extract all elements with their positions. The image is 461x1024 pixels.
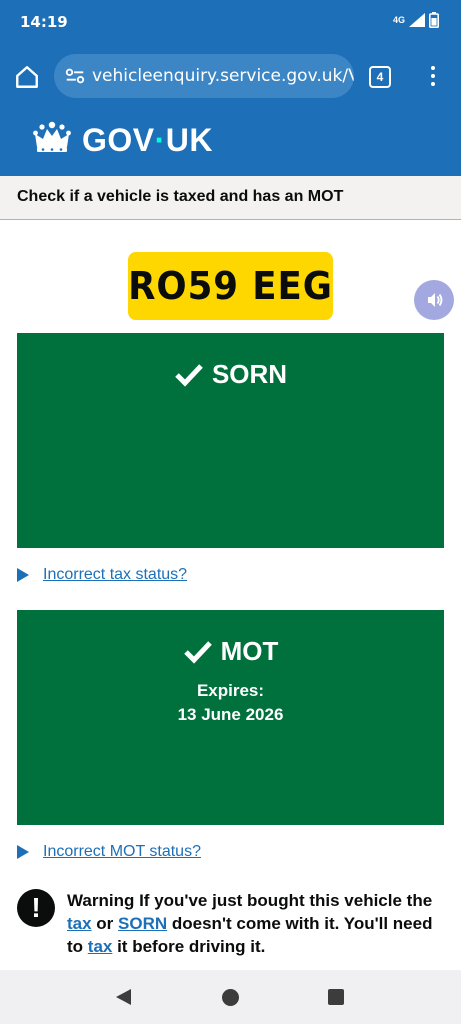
status-time: 14:19: [20, 13, 68, 31]
audio-icon[interactable]: [414, 280, 454, 320]
expand-arrow-icon[interactable]: [17, 568, 29, 582]
govuk-logo-gov: GOV: [82, 122, 155, 158]
mot-expires-date: 13 June 2026: [177, 705, 284, 724]
govuk-logo-uk: UK: [165, 122, 213, 158]
warning-icon: !: [17, 889, 55, 927]
tax-status-panel: SORN: [17, 333, 444, 548]
mot-status-panel: MOT Expires: 13 June 2026: [17, 610, 444, 825]
more-icon[interactable]: [428, 66, 438, 88]
service-name-bar: Check if a vehicle is taxed and has an M…: [0, 176, 461, 220]
mot-status-details[interactable]: Incorrect MOT status?: [17, 843, 201, 861]
govuk-logo-dot: ·: [154, 122, 166, 158]
status-bar: 14:19 4G: [0, 0, 461, 44]
mot-expires-label: Expires:: [196, 681, 265, 700]
warning-text: ! Warning If you've just bought this veh…: [17, 889, 447, 958]
check-icon: [183, 640, 212, 664]
site-settings-icon[interactable]: [64, 65, 86, 87]
recents-icon[interactable]: [328, 989, 344, 1005]
browser-toolbar: vehicleenquiry.service.gov.uk/V 4: [0, 44, 461, 108]
tax-link-2[interactable]: tax: [88, 937, 113, 956]
sorn-link[interactable]: SORN: [118, 914, 167, 933]
mot-status-label: MOT: [220, 636, 279, 666]
battery-icon: [429, 12, 439, 28]
service-title[interactable]: Check if a vehicle is taxed and has an M…: [17, 188, 343, 206]
incorrect-tax-status-link[interactable]: Incorrect tax status?: [43, 566, 187, 584]
warning-text-part: or: [91, 914, 119, 933]
tabs-icon[interactable]: 4: [369, 66, 391, 88]
system-icons: 4G: [393, 12, 439, 28]
tax-link[interactable]: tax: [67, 914, 92, 933]
tax-status-details[interactable]: Incorrect tax status?: [17, 566, 187, 584]
home-nav-icon[interactable]: [222, 989, 239, 1006]
warning-text-part: it before driving it.: [112, 937, 266, 956]
home-icon[interactable]: [14, 64, 40, 90]
incorrect-mot-status-link[interactable]: Incorrect MOT status?: [43, 843, 201, 861]
tax-status-label: SORN: [211, 359, 288, 389]
address-bar[interactable]: vehicleenquiry.service.gov.uk/V: [54, 54, 354, 98]
warning-message: Warning If you've just bought this vehic…: [67, 889, 447, 958]
url-text: vehicleenquiry.service.gov.uk/V: [92, 66, 354, 86]
crown-icon[interactable]: [32, 120, 72, 156]
back-icon[interactable]: [116, 989, 131, 1005]
system-nav-bar: [0, 970, 461, 1024]
network-type: 4G: [392, 14, 405, 25]
check-icon: [175, 363, 203, 387]
registration-plate: RO59 EEG: [128, 252, 333, 320]
warning-text-part: Warning If you've just bought this vehic…: [67, 891, 433, 910]
govuk-logo-text[interactable]: GOV·UK: [82, 122, 213, 159]
signal-icon: [409, 13, 425, 27]
expand-arrow-icon[interactable]: [17, 845, 29, 859]
